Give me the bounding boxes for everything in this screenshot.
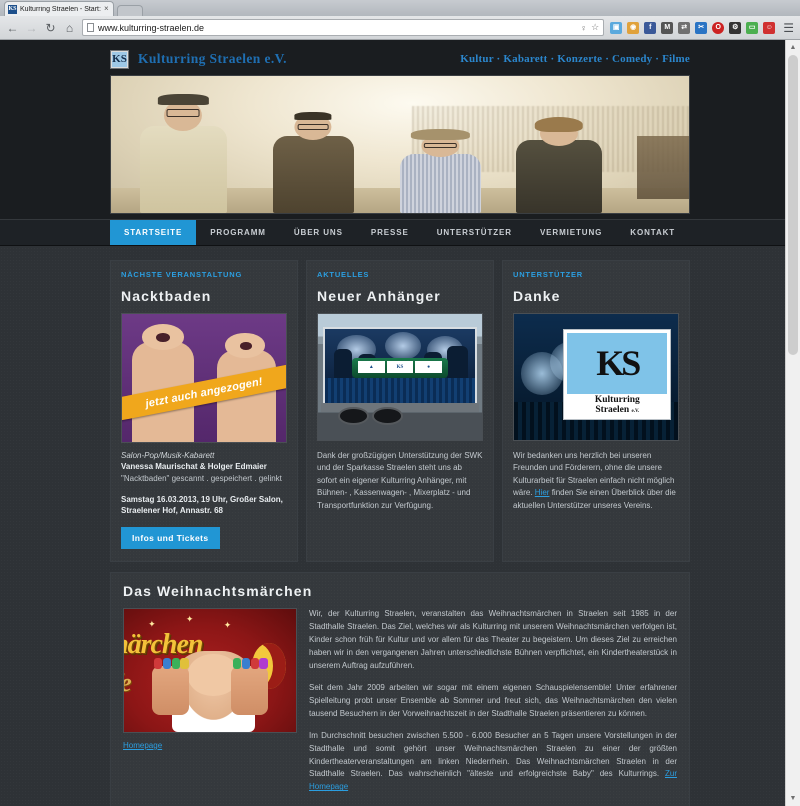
close-icon[interactable]: × — [104, 5, 109, 13]
scissors-extension-icon[interactable]: ✂ — [695, 21, 708, 34]
devil-extension-icon[interactable]: ☺ — [763, 21, 776, 34]
site-logo[interactable]: KS — [110, 49, 129, 69]
sponsor-logo-image[interactable]: KS Kulturring Straelen e.V. — [513, 313, 679, 441]
nav-item-startseite[interactable]: Startseite — [110, 220, 197, 245]
trailer-photo[interactable]: ▲ KS ● — [317, 313, 483, 441]
event-poster-image[interactable]: jetzt auch angezogen! — [121, 313, 287, 443]
settings-gear-icon[interactable]: ⚙ — [729, 21, 742, 34]
feature-paragraph-2: Seit dem Jahr 2009 arbeiten wir sogar mi… — [309, 682, 677, 718]
card-title: Danke — [513, 288, 561, 304]
nav-item-unterstuetzer[interactable]: Unterstützer — [423, 220, 526, 245]
scrollbar-track[interactable] — [786, 55, 800, 791]
flag-icon-1: ▲ — [357, 361, 385, 374]
nav-item-kontakt[interactable]: Kontakt — [616, 220, 689, 245]
hero-person-4 — [515, 117, 603, 213]
forward-icon[interactable]: → — [25, 22, 38, 34]
feature-paragraph-1: Wir, der Kulturring Straelen, veranstalt… — [309, 608, 677, 670]
hero-image — [110, 75, 690, 214]
column-grid: NÄCHSTE VERANSTALTUNG Nacktbaden jetzt a… — [110, 260, 690, 562]
nav-item-presse[interactable]: Presse — [357, 220, 423, 245]
bookmark-star-icon[interactable]: ☆ — [591, 22, 599, 33]
scrollbar-thumb[interactable] — [788, 55, 798, 355]
screenshot-extension-icon[interactable]: ▣ — [610, 21, 623, 34]
tab-favicon: KS — [8, 4, 17, 14]
ks-monogram: KS — [567, 333, 668, 395]
page-icon — [87, 23, 94, 32]
card-kicker: UNTERSTÜTZER — [513, 270, 584, 279]
browser-menu-icon[interactable]: ☰ — [783, 22, 794, 34]
nav-item-programm[interactable]: Programm — [196, 220, 280, 245]
facebook-extension-icon[interactable]: f — [644, 21, 657, 34]
tab-title: Kulturring Straelen - Start: — [20, 5, 101, 13]
opera-extension-icon[interactable]: O — [712, 21, 725, 34]
event-subtitle: "Nacktbaden" gescannt . gespeichert . ge… — [121, 473, 282, 483]
browser-toolbar: ← → ↻ ⌂ www.kulturring-straelen.de ♀ ☆ ▣… — [0, 16, 800, 40]
translate-extension-icon[interactable]: ⇄ — [678, 21, 691, 34]
url-text: www.kulturring-straelen.de — [98, 22, 205, 33]
event-datetime: Samstag 16.03.2013, 19 Uhr, Großer Salon… — [121, 494, 283, 515]
monitor-extension-icon[interactable]: ▭ — [746, 21, 759, 34]
card-naechste-veranstaltung: NÄCHSTE VERANSTALTUNG Nacktbaden jetzt a… — [110, 260, 298, 562]
homepage-link[interactable]: Homepage — [123, 741, 162, 750]
browser-window: KS Kulturring Straelen - Start: × ← → ↻ … — [0, 0, 800, 806]
site-header: KS Kulturring Straelen e.V. Kultur · Kab… — [110, 47, 690, 71]
weihnachtsmaerchen-image[interactable]: ✦ ✦ ✦ märchen We — [123, 607, 297, 733]
nav-item-ueber-uns[interactable]: Über uns — [280, 220, 357, 245]
page-scrollbar[interactable]: ▲ ▼ — [785, 40, 800, 806]
card-title: Neuer Anhänger — [317, 288, 441, 304]
feature-paragraph-3-text: Im Durchschnitt besuchen zwischen 5.500 … — [309, 730, 677, 779]
site-header-band: KS Kulturring Straelen e.V. Kultur · Kab… — [0, 40, 785, 246]
ks-logo-suffix: e.V. — [631, 409, 640, 415]
main-content: NÄCHSTE VERANSTALTUNG Nacktbaden jetzt a… — [0, 246, 785, 806]
scroll-down-icon[interactable]: ▼ — [786, 791, 800, 806]
flag-icon-3: ● — [415, 361, 443, 374]
card-kicker: AKTUELLES — [317, 270, 370, 279]
site-root: KS Kulturring Straelen e.V. Kultur · Kab… — [0, 40, 785, 806]
card-unterstuetzer: UNTERSTÜTZER Danke KS Kulturring Straele… — [502, 260, 690, 562]
hero-person-3 — [400, 128, 481, 213]
event-genre: Salon-Pop/Musik-Kabarett — [121, 451, 215, 460]
reload-icon[interactable]: ↻ — [44, 22, 57, 34]
hero-person-2 — [272, 111, 354, 213]
home-icon[interactable]: ⌂ — [63, 22, 76, 34]
image-word-2: We — [124, 668, 132, 698]
nav-item-vermietung[interactable]: Vermietung — [526, 220, 616, 245]
page-viewport: KS Kulturring Straelen e.V. Kultur · Kab… — [0, 40, 800, 806]
ks-logo-card: KS Kulturring Straelen e.V. — [563, 329, 672, 420]
card-kicker: NÄCHSTE VERANSTALTUNG — [121, 270, 243, 279]
flag-icon-ks: KS — [386, 361, 414, 374]
feature-text-block: Wir, der Kulturring Straelen, veranstalt… — [309, 608, 677, 794]
hier-link[interactable]: Hier — [535, 488, 550, 497]
gmail-extension-icon[interactable]: M — [661, 21, 674, 34]
aktuelles-text: Dank der großzügigen Unterstützung der S… — [317, 451, 483, 510]
photo-extension-icon[interactable]: ◉ — [627, 21, 640, 34]
logo-text: KS — [112, 51, 127, 67]
new-tab-button[interactable] — [116, 5, 143, 16]
web-page: KS Kulturring Straelen e.V. Kultur · Kab… — [0, 40, 785, 806]
feature-paragraph-3: Im Durchschnitt besuchen zwischen 5.500 … — [309, 730, 677, 795]
scroll-up-icon[interactable]: ▲ — [786, 40, 800, 55]
brand-title: Kulturring Straelen e.V. — [138, 51, 287, 66]
event-artists: Vanessa Maurischat & Holger Edmaier — [121, 462, 267, 471]
extension-bar: ▣ ◉ f M ⇄ ✂ O ⚙ ▭ ☺ — [610, 21, 776, 34]
infos-und-tickets-button[interactable]: Infos und Tickets — [121, 526, 220, 549]
card-aktuelles: AKTUELLES Neuer Anhänger ▲ KS ● Dank der… — [306, 260, 494, 562]
weihnachtsmaerchen-section: Das Weihnachtsmärchen ✦ ✦ ✦ märchen We — [110, 571, 690, 806]
brand-tagline: Kultur · Kabarett · Konzerte · Comedy · … — [460, 53, 690, 65]
back-icon[interactable]: ← — [6, 22, 19, 34]
info-icon[interactable]: ♀ — [580, 23, 587, 33]
ks-logo-line2: Straelen — [595, 405, 630, 416]
browser-tab[interactable]: KS Kulturring Straelen - Start: × — [4, 1, 114, 16]
unterstuetzer-text: Wir bedanken uns herzlich bei unseren Fr… — [513, 450, 679, 512]
feature-title: Das Weihnachtsmärchen — [123, 582, 313, 599]
hero-person-1 — [139, 92, 227, 213]
tab-strip: KS Kulturring Straelen - Start: × — [0, 0, 800, 16]
card-title: Nacktbaden — [121, 288, 212, 304]
address-bar[interactable]: www.kulturring-straelen.de ♀ ☆ — [82, 19, 605, 36]
main-navigation: Startseite Programm Über uns Presse Unte… — [0, 219, 785, 246]
